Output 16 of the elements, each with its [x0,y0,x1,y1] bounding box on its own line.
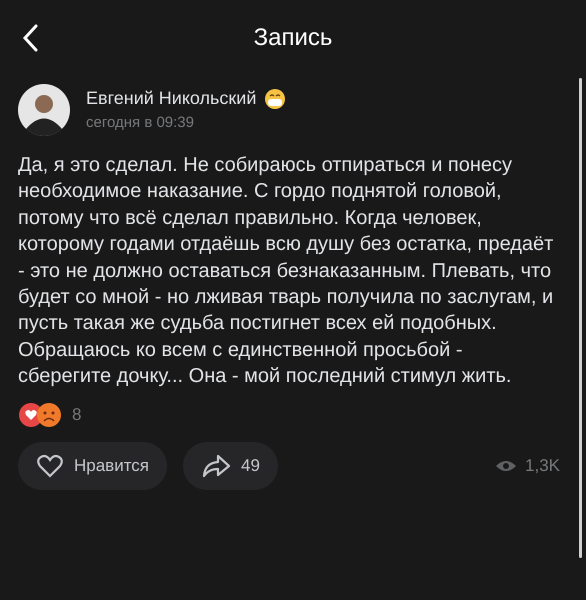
reactions-icon [18,402,64,428]
post-time: сегодня в 09:39 [86,113,195,134]
views-icon [495,458,518,473]
author-name[interactable]: Евгений Никольский [86,85,256,112]
share-button[interactable]: 49 [183,442,278,490]
reactions-count: 8 [72,404,82,426]
post-text: Да, я это сделал. Не собираюсь отпираться и понесу необходимое наказание. С гордо поднятой головой, потому что всё сделал правильно. Когда человек, которому годами отдаёшь всю душу без остатка, предаёт - это не должно оставаться безнаказанным. Плевать, что будет со мной - но лживая тварь получила по заслугам, и пусть такая же судьба постигнет всех ей подобных. Обращаюсь ко всем с единственной просьбой - сберегите дочку... Она - мой последний стимул жить. [18,153,554,390]
emoji-icon [264,88,286,110]
share-icon [201,452,232,479]
page-title: Запись [254,23,332,53]
like-button[interactable]: Нравится [18,442,168,490]
avatar[interactable] [18,84,70,136]
scrollbar[interactable] [579,78,582,558]
heart-icon [36,454,64,478]
views-count: 1,3K [525,454,560,477]
back-icon[interactable] [22,24,38,52]
